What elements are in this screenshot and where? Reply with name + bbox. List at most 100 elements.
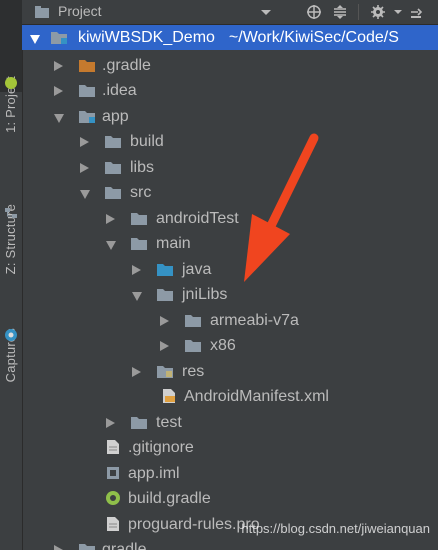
folder-icon <box>79 60 95 72</box>
tool-tab-structure[interactable]: Z: Structure <box>0 118 22 274</box>
tree-item-test[interactable]: test <box>22 410 438 435</box>
expand-arrow-icon[interactable] <box>80 190 90 199</box>
tree-item-label: java <box>182 261 212 278</box>
tree-item-gitignore[interactable]: .gitignore <box>22 435 438 460</box>
module-folder-icon <box>79 111 95 123</box>
ide-project-window: 1: Project Z: Structure Captures Project… <box>0 0 438 550</box>
project-view-selector[interactable]: Project <box>58 3 102 19</box>
tree-item-label: libs <box>130 159 155 176</box>
captures-icon <box>5 329 17 341</box>
watermark: https://blog.csdn.net/jiweianquan <box>241 521 430 536</box>
folder-icon <box>131 238 147 250</box>
text-file-icon <box>107 440 119 454</box>
tree-item-build[interactable]: build <box>22 129 438 154</box>
tree-item-label: x86 <box>210 337 236 354</box>
folder-icon <box>79 85 95 97</box>
tree-item-x86[interactable]: x86 <box>22 333 438 358</box>
expand-arrow-icon[interactable] <box>54 114 64 123</box>
resources-folder-icon <box>157 366 173 378</box>
xml-file-icon <box>163 389 175 403</box>
tree-item-label: build.gradle <box>128 490 211 507</box>
gear-icon[interactable] <box>370 4 386 20</box>
tree-item-libs[interactable]: libs <box>22 155 438 180</box>
collapse-arrow-icon[interactable] <box>54 61 63 71</box>
tree-item-app[interactable]: app <box>22 104 438 129</box>
tree-item-label: test <box>156 414 182 431</box>
tree-item-label: androidTest <box>156 210 239 227</box>
collapse-arrow-icon[interactable] <box>80 163 89 173</box>
collapse-all-icon[interactable] <box>332 4 348 20</box>
tree-item-label: AndroidManifest.xml <box>184 388 329 405</box>
tree-item-build-gradle[interactable]: build.gradle <box>22 486 438 511</box>
tree-item-idea[interactable]: .idea <box>22 78 438 103</box>
text-file-icon <box>107 517 119 531</box>
folder-icon <box>131 213 147 225</box>
tree-item-label: src <box>130 184 152 201</box>
tree-item-label: .gradle <box>102 57 151 74</box>
tree-item-java[interactable]: java <box>22 257 438 282</box>
tree-item-jnilibs[interactable]: jniLibs <box>22 282 438 307</box>
expand-arrow-icon[interactable] <box>106 241 116 250</box>
tool-tab-project[interactable]: 1: Project <box>0 0 22 133</box>
tree-item-main[interactable]: main <box>22 231 438 256</box>
tree-item-label: armeabi-v7a <box>210 312 299 329</box>
folder-icon <box>105 187 121 199</box>
folder-icon <box>131 417 147 429</box>
tree-item-label: res <box>182 363 205 380</box>
tree-item-label: app <box>102 108 129 125</box>
chevron-down-icon[interactable] <box>258 4 274 20</box>
tool-window-strip: 1: Project Z: Structure Captures <box>0 0 23 550</box>
tree-item-src[interactable]: src <box>22 180 438 205</box>
tool-tab-captures[interactable]: Captures <box>0 248 22 382</box>
tree-item-label: proguard-rules.pro <box>128 516 260 533</box>
collapse-arrow-icon[interactable] <box>160 341 169 351</box>
tree-item-res[interactable]: res <box>22 359 438 384</box>
tree-item-label: gradle <box>102 541 147 550</box>
folder-icon <box>185 315 201 327</box>
folder-icon <box>157 289 173 301</box>
collapse-arrow-icon[interactable] <box>106 214 115 224</box>
tree-item-label: jniLibs <box>182 286 228 303</box>
tree-item-app-iml[interactable]: app.iml <box>22 461 438 486</box>
header-divider <box>358 4 359 20</box>
tree-item-label: app.iml <box>128 465 180 482</box>
project-panel-header: Project <box>22 0 438 25</box>
folder-icon <box>79 544 95 550</box>
gradle-file-icon <box>106 491 120 505</box>
project-tree: kiwiWBSDK_Demo ~/Work/KiwiSec/Code/S .gra… <box>22 25 438 550</box>
tree-item-label: .idea <box>102 82 137 99</box>
project-view-icon <box>35 6 49 18</box>
module-folder-icon <box>51 32 67 44</box>
expand-arrow-icon[interactable] <box>30 35 40 44</box>
tree-item-label: build <box>130 133 164 150</box>
tree-item-label: main <box>156 235 191 252</box>
locate-icon[interactable] <box>306 4 322 20</box>
collapse-arrow-icon[interactable] <box>54 86 63 96</box>
hide-panel-icon[interactable] <box>408 4 424 20</box>
folder-icon <box>105 162 121 174</box>
collapse-arrow-icon[interactable] <box>106 418 115 428</box>
project-name: kiwiWBSDK_Demo <box>78 29 215 46</box>
source-folder-icon <box>157 264 173 276</box>
structure-icon <box>5 208 17 218</box>
tree-item-armeabi-v7a[interactable]: armeabi-v7a <box>22 308 438 333</box>
tree-root-module[interactable]: kiwiWBSDK_Demo ~/Work/KiwiSec/Code/S <box>22 25 438 50</box>
tree-root-label: kiwiWBSDK_Demo ~/Work/KiwiSec/Code/S <box>78 25 399 50</box>
tree-item-androidmanifest[interactable]: AndroidManifest.xml <box>22 384 438 409</box>
folder-icon <box>185 340 201 352</box>
folder-icon <box>105 136 121 148</box>
tree-item-gradle[interactable]: gradle <box>22 537 438 550</box>
gear-dropdown-icon[interactable] <box>390 4 406 20</box>
android-icon <box>5 77 17 89</box>
module-file-icon <box>107 467 119 479</box>
project-path: ~/Work/KiwiSec/Code/S <box>228 29 399 46</box>
tree-item-gradle-dir[interactable]: .gradle <box>22 53 438 78</box>
tree-item-label: .gitignore <box>128 439 194 456</box>
expand-arrow-icon[interactable] <box>132 292 142 301</box>
collapse-arrow-icon[interactable] <box>132 367 141 377</box>
collapse-arrow-icon[interactable] <box>54 545 63 550</box>
collapse-arrow-icon[interactable] <box>132 265 141 275</box>
collapse-arrow-icon[interactable] <box>80 137 89 147</box>
tree-item-androidtest[interactable]: androidTest <box>22 206 438 231</box>
collapse-arrow-icon[interactable] <box>160 316 169 326</box>
